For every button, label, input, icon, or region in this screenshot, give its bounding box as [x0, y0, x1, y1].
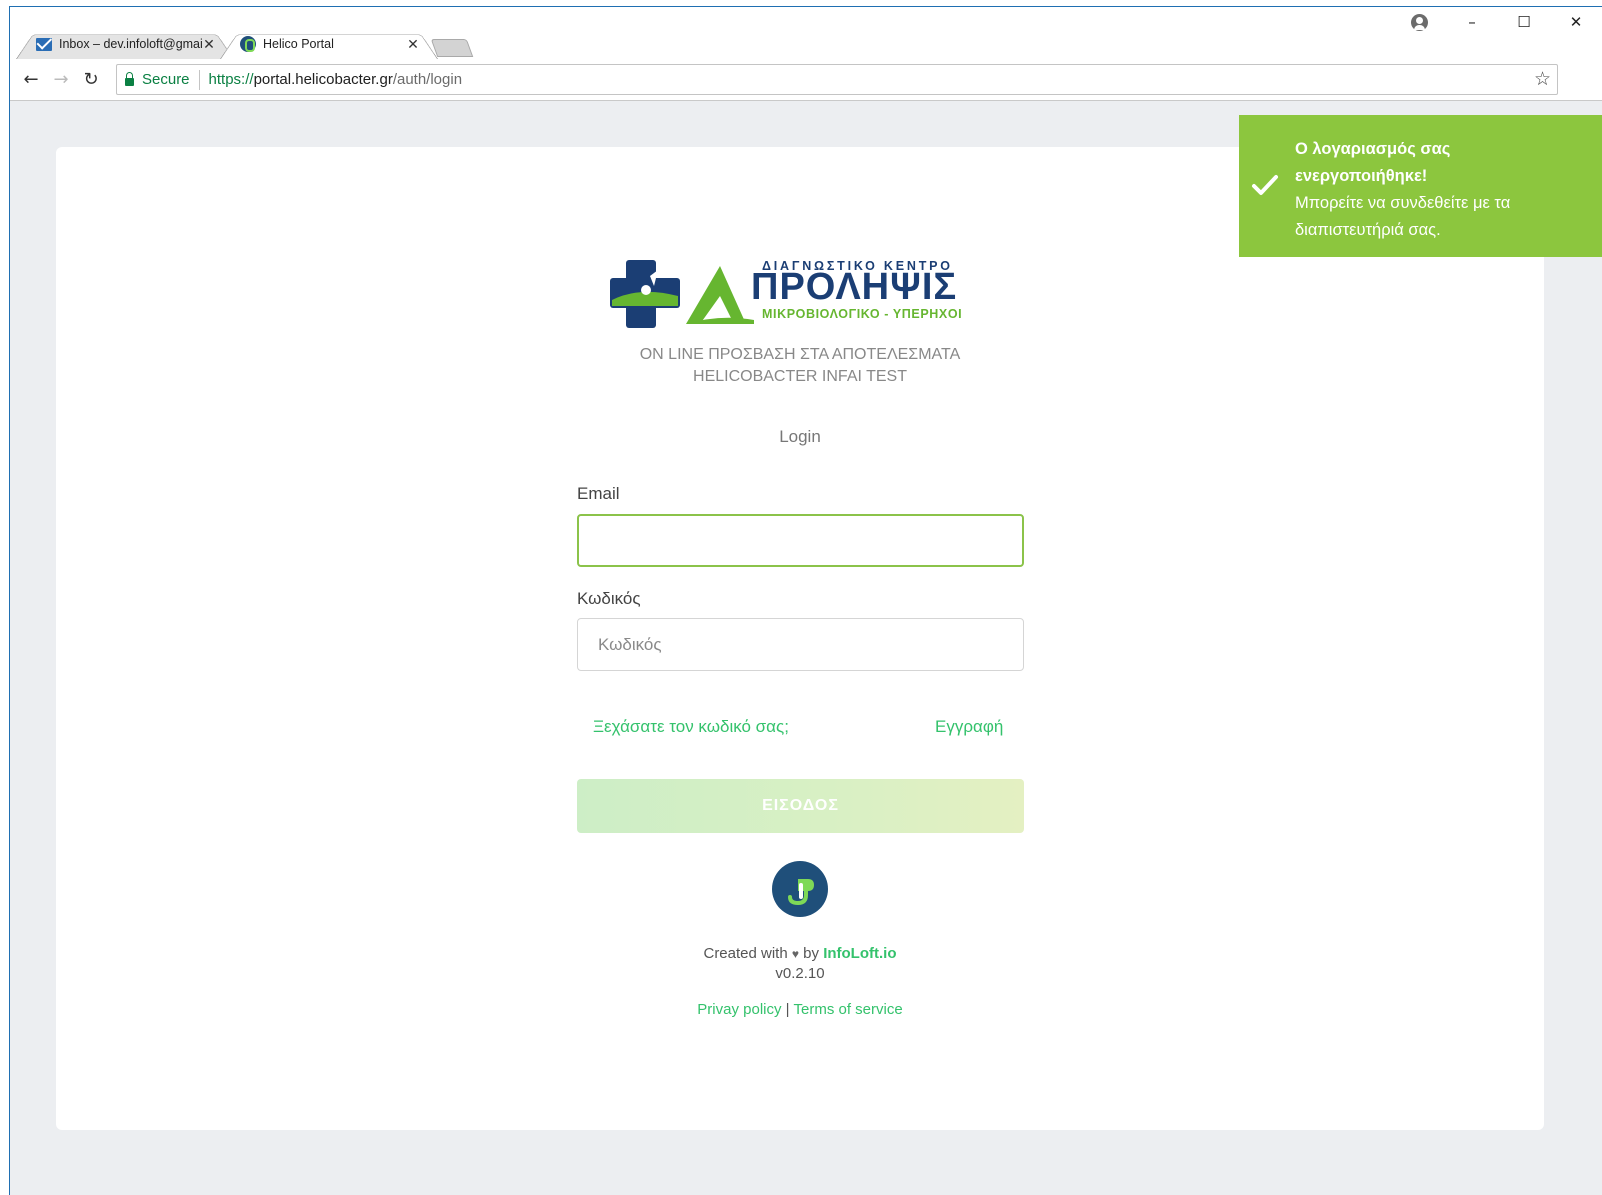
success-toast[interactable]: Ο λογαριασμός σας ενεργοποιήθηκε! Μπορεί…: [1239, 115, 1602, 257]
terms-of-service-link[interactable]: Terms of service: [793, 1001, 902, 1018]
tab-strip: Inbox – dev.infoloft@gmail.com ✕ Helico …: [10, 7, 1602, 59]
close-tab-icon[interactable]: ✕: [202, 36, 216, 53]
back-arrow-icon[interactable]: ←: [16, 69, 46, 90]
subtitle-line-2: HELICOBACTER INFAI TEST: [693, 368, 907, 385]
checkmark-icon: [1252, 175, 1278, 195]
forgot-password-link[interactable]: Ξεχάσατε τον κωδικό σας;: [593, 717, 789, 737]
prolipsis-logo: ΔΙΑΓΝΩΣΤΙΚΟ ΚΕΝΤΡΟ ΠΡΟΛΗΨΙΣ ΜΙΚΡΟΒΙΟΛΟΓΙ…: [610, 256, 1000, 328]
toast-title: Ο λογαριασμός σας ενεργοποιήθηκε!: [1295, 140, 1451, 185]
tab-title: Inbox – dev.infoloft@gmail.com: [59, 37, 202, 51]
close-tab-icon[interactable]: ✕: [406, 36, 420, 53]
password-label: Κωδικός: [577, 589, 641, 608]
window-controls: – ☐ ✕: [1411, 7, 1602, 37]
login-card: ΔΙΑΓΝΩΣΤΙΚΟ ΚΕΝΤΡΟ ΠΡΟΛΗΨΙΣ ΜΙΚΡΟΒΙΟΛΟΓΙ…: [56, 147, 1544, 1130]
minimize-icon[interactable]: –: [1446, 7, 1498, 37]
bookmark-star-icon[interactable]: ☆: [1534, 68, 1551, 91]
register-link[interactable]: Εγγραφή: [935, 717, 1003, 737]
heart-icon: ♥: [791, 947, 799, 961]
url-divider: [198, 69, 200, 90]
reload-icon[interactable]: ↻: [76, 69, 106, 90]
tab-inbox[interactable]: Inbox – dev.infoloft@gmail.com ✕: [16, 29, 234, 59]
maximize-icon[interactable]: ☐: [1498, 7, 1550, 37]
new-tab-button[interactable]: [434, 39, 470, 57]
lock-icon: [125, 71, 134, 86]
password-field[interactable]: [577, 618, 1024, 671]
logo-sub-text: ΜΙΚΡΟΒΙΟΛΟΓΙΚΟ - ΥΠΕΡΗΧΟΙ: [762, 307, 963, 321]
legal-separator: |: [785, 1001, 790, 1018]
url-path: /auth/login: [392, 71, 463, 88]
version-text: v0.2.10: [775, 965, 825, 982]
toast-message: Μπορείτε να συνδεθείτε με τα διαπιστευτή…: [1295, 194, 1511, 239]
email-field[interactable]: [577, 514, 1024, 567]
url-scheme: https://: [208, 71, 254, 88]
browser-window: Inbox – dev.infoloft@gmail.com ✕ Helico …: [9, 6, 1602, 1195]
browser-menu-icon[interactable]: ⋮: [1598, 66, 1602, 82]
helico-favicon-icon: [240, 36, 256, 52]
infoloft-link[interactable]: InfoLoft.io: [823, 945, 896, 962]
legal-links: Privay policy | Terms of service: [56, 1001, 1544, 1018]
credits-prefix: Created with: [703, 945, 788, 962]
email-label: Email: [577, 484, 620, 503]
tabs: Inbox – dev.infoloft@gmail.com ✕ Helico …: [16, 27, 470, 59]
credits-by: by: [803, 945, 820, 962]
forward-arrow-icon[interactable]: →: [46, 69, 76, 90]
page-title: Login: [779, 427, 821, 446]
logo-main-text: ΠΡΟΛΗΨΙΣ: [751, 266, 958, 308]
subtitle-line-1: ON LINE ΠΡΟΣΒΑΣΗ ΣΤΑ ΑΠΟΤΕΛΕΣΜΑΤΑ: [639, 346, 961, 363]
url-host: portal.helicobacter.gr: [253, 71, 393, 88]
mail-icon: [36, 37, 52, 51]
credits: Created with ♥ by InfoLoft.io: [56, 945, 1544, 962]
secure-label: Secure: [142, 71, 190, 88]
tab-helico-portal[interactable]: Helico Portal ✕: [220, 29, 438, 59]
tab-title: Helico Portal: [263, 37, 334, 51]
privacy-policy-link[interactable]: Privay policy: [697, 1001, 781, 1018]
browser-toolbar: ← → ↻ Secure https://portal.helicobacter…: [10, 59, 1602, 101]
logo-emblem-icon: [610, 260, 754, 328]
helico-logo-icon: [772, 861, 828, 917]
profile-icon[interactable]: [1411, 13, 1428, 31]
close-window-icon[interactable]: ✕: [1550, 7, 1602, 37]
login-button[interactable]: ΕΙΣΟΔΟΣ: [577, 779, 1024, 833]
address-bar[interactable]: Secure https://portal.helicobacter.gr/au…: [116, 64, 1558, 95]
